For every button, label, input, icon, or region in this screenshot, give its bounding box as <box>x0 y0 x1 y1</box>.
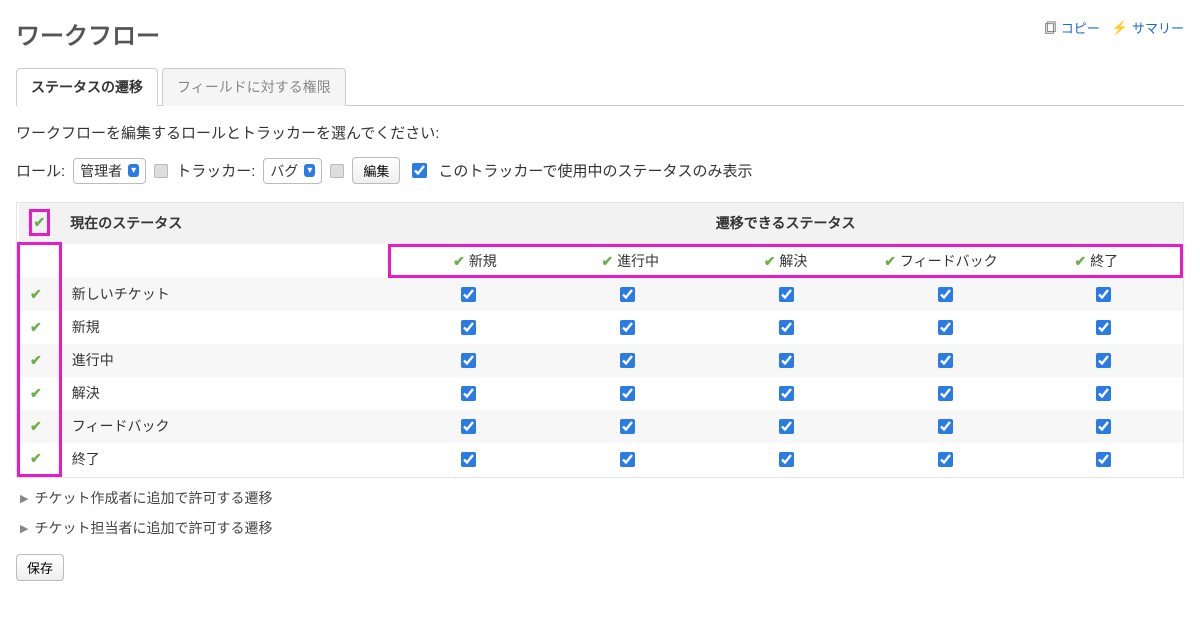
transition-checkbox[interactable] <box>938 452 953 467</box>
row-label: 進行中 <box>60 344 388 377</box>
expander-author-label: チケット作成者に追加で許可する遷移 <box>34 488 272 508</box>
transition-checkbox[interactable] <box>1096 386 1111 401</box>
tracker-select-value: バグ <box>270 161 298 181</box>
check-icon[interactable]: ✔ <box>884 253 896 269</box>
copy-icon <box>1043 21 1057 35</box>
role-label: ロール: <box>16 160 65 181</box>
role-select[interactable]: 管理者 ▾ <box>73 158 146 184</box>
tracker-reset-icon[interactable] <box>330 164 344 178</box>
check-icon[interactable]: ✔ <box>30 418 42 434</box>
transition-checkbox[interactable] <box>1096 419 1111 434</box>
transition-checkbox[interactable] <box>938 320 953 335</box>
row-label: 解決 <box>60 377 388 410</box>
chevron-down-icon: ▾ <box>304 164 315 177</box>
transition-checkbox[interactable] <box>779 386 794 401</box>
transition-checkbox[interactable] <box>461 287 476 302</box>
check-icon[interactable]: ✔ <box>453 253 465 269</box>
expander-author[interactable]: ▶ チケット作成者に追加で許可する遷移 <box>20 488 1184 508</box>
summary-link-label: サマリー <box>1132 18 1184 37</box>
transition-checkbox[interactable] <box>938 419 953 434</box>
transition-checkbox[interactable] <box>1096 452 1111 467</box>
transition-checkbox[interactable] <box>620 386 635 401</box>
transition-checkbox[interactable] <box>1096 353 1111 368</box>
transition-checkbox[interactable] <box>1096 287 1111 302</box>
copy-link[interactable]: コピー <box>1043 18 1100 37</box>
check-icon[interactable]: ✔ <box>601 253 613 269</box>
role-reset-icon[interactable] <box>154 164 168 178</box>
transition-checkbox[interactable] <box>938 353 953 368</box>
transition-checkbox[interactable] <box>779 419 794 434</box>
transition-checkbox[interactable] <box>461 386 476 401</box>
tracker-select[interactable]: バグ ▾ <box>263 158 322 184</box>
copy-link-label: コピー <box>1061 18 1100 37</box>
check-icon[interactable]: ✔ <box>1075 253 1087 269</box>
transition-checkbox[interactable] <box>620 320 635 335</box>
check-all-current-icon[interactable]: ✔ <box>34 214 46 230</box>
transition-checkbox[interactable] <box>461 419 476 434</box>
transition-checkbox[interactable] <box>779 320 794 335</box>
row-label: 新規 <box>60 311 388 344</box>
col-header: フィードバック <box>900 253 998 269</box>
transition-checkbox[interactable] <box>779 287 794 302</box>
transition-checkbox[interactable] <box>620 287 635 302</box>
triangle-right-icon: ▶ <box>20 492 28 505</box>
check-icon[interactable]: ✔ <box>30 385 42 401</box>
transition-checkbox[interactable] <box>779 452 794 467</box>
page-title: ワークフロー <box>16 16 160 51</box>
check-icon[interactable]: ✔ <box>30 450 42 466</box>
row-label: 終了 <box>60 443 388 476</box>
tab-status-transition[interactable]: ステータスの遷移 <box>16 68 158 106</box>
transition-table: ✔ 現在のステータス 遷移できるステータス ✔ 新規 ✔ 進行中 ✔ 解決 ✔ … <box>16 202 1184 478</box>
tab-field-permission[interactable]: フィールドに対する権限 <box>162 68 346 106</box>
transition-checkbox[interactable] <box>620 353 635 368</box>
triangle-right-icon: ▶ <box>20 522 28 535</box>
highlight-box: ✔ <box>29 209 51 236</box>
col-header: 解決 <box>779 253 807 269</box>
col-header: 進行中 <box>617 253 659 269</box>
role-select-value: 管理者 <box>80 161 122 181</box>
summary-link[interactable]: ⚡ サマリー <box>1112 18 1184 37</box>
expander-assignee-label: チケット担当者に追加で許可する遷移 <box>34 518 272 538</box>
tracker-label: トラッカー: <box>176 160 255 181</box>
check-icon[interactable]: ✔ <box>30 319 42 335</box>
current-status-header: 現在のステータス <box>60 203 388 244</box>
expander-assignee[interactable]: ▶ チケット担当者に追加で許可する遷移 <box>20 518 1184 538</box>
col-header: 終了 <box>1090 253 1118 269</box>
used-only-checkbox[interactable] <box>412 163 427 178</box>
row-label: フィードバック <box>60 410 388 443</box>
check-icon[interactable]: ✔ <box>764 253 776 269</box>
allowed-header: 遷移できるステータス <box>388 203 1183 244</box>
transition-checkbox[interactable] <box>1096 320 1111 335</box>
chevron-down-icon: ▾ <box>128 164 139 177</box>
check-icon[interactable]: ✔ <box>30 286 42 302</box>
instruction-text: ワークフローを編集するロールとトラッカーを選んでください: <box>16 122 1184 143</box>
transition-checkbox[interactable] <box>620 452 635 467</box>
tab-bar: ステータスの遷移 フィールドに対する権限 <box>16 67 1184 106</box>
save-button[interactable]: 保存 <box>16 554 64 581</box>
row-label: 新しいチケット <box>60 278 388 311</box>
bolt-icon: ⚡ <box>1112 20 1128 36</box>
transition-checkbox[interactable] <box>461 320 476 335</box>
edit-button[interactable]: 編集 <box>352 157 400 184</box>
check-icon[interactable]: ✔ <box>30 352 42 368</box>
used-only-label: このトラッカーで使用中のステータスのみ表示 <box>438 160 752 181</box>
transition-checkbox[interactable] <box>938 287 953 302</box>
transition-checkbox[interactable] <box>779 353 794 368</box>
filter-row: ロール: 管理者 ▾ トラッカー: バグ ▾ 編集 このトラッカーで使用中のステ… <box>16 157 1184 184</box>
col-header: 新規 <box>469 253 497 269</box>
transition-checkbox[interactable] <box>461 353 476 368</box>
transition-checkbox[interactable] <box>461 452 476 467</box>
transition-checkbox[interactable] <box>938 386 953 401</box>
transition-checkbox[interactable] <box>620 419 635 434</box>
